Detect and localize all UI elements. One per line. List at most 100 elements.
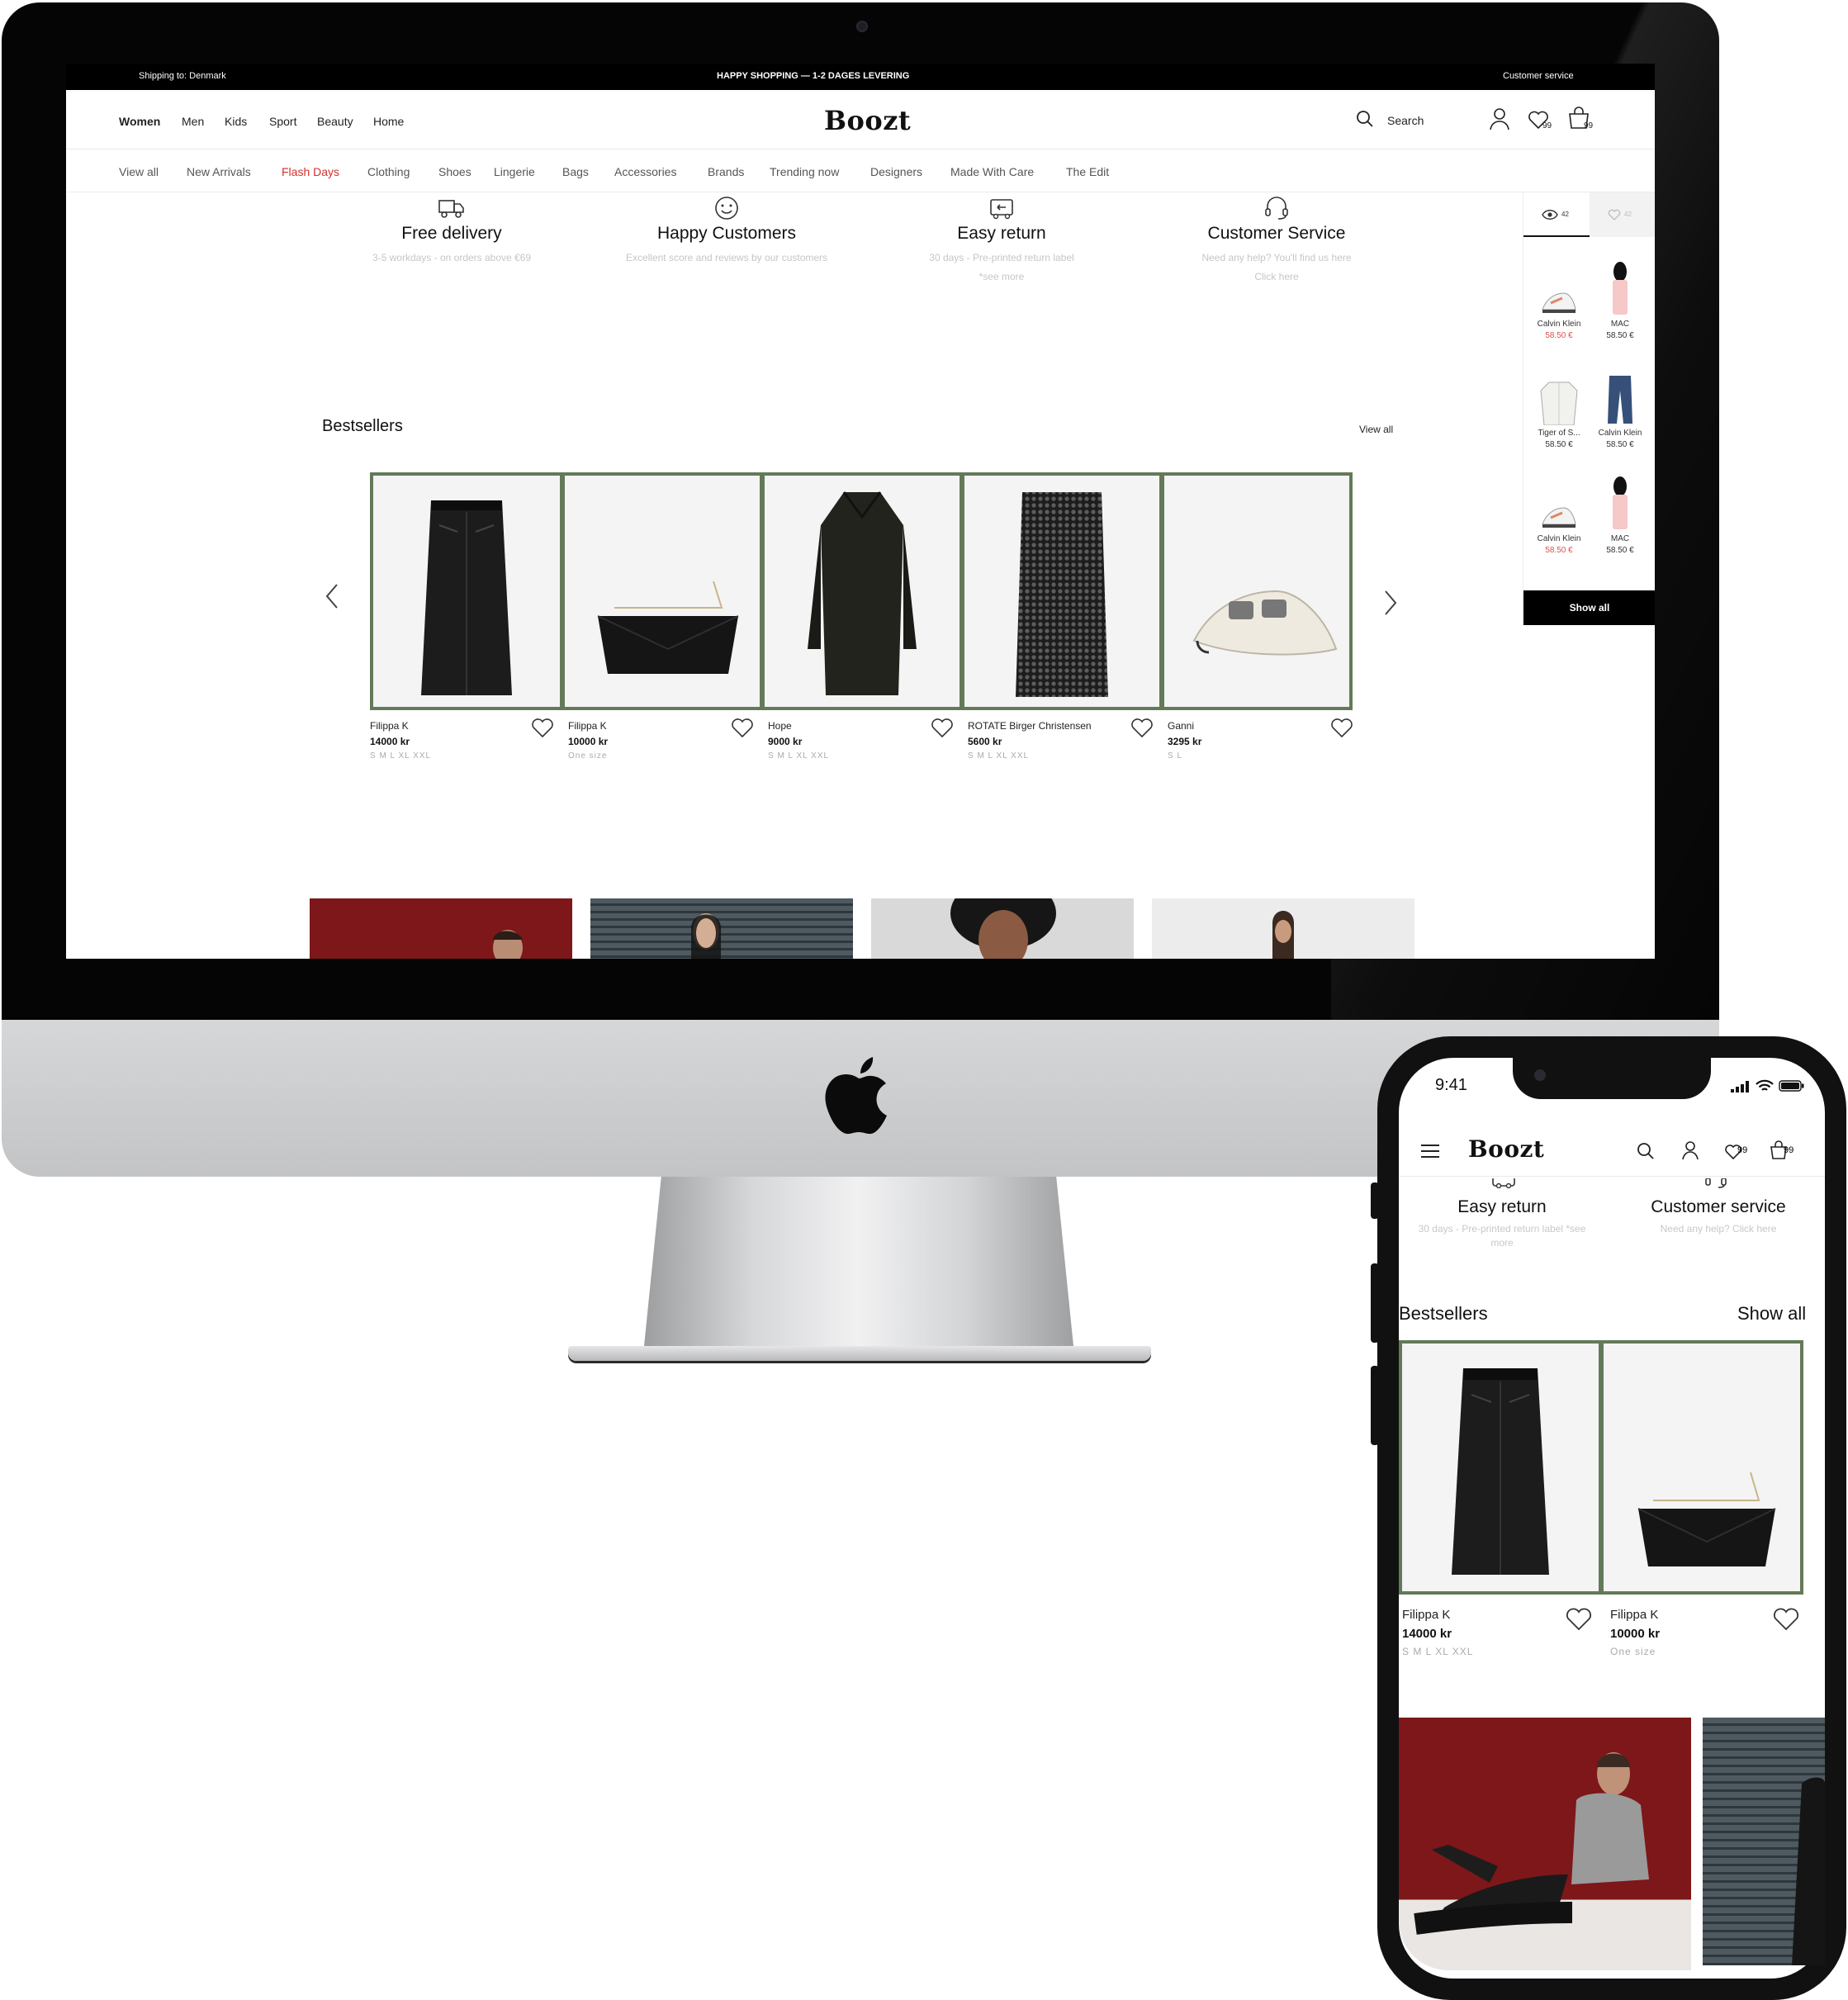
recently-viewed-item[interactable]: Calvin Klein 58.50 €	[1530, 467, 1588, 555]
heart-icon[interactable]	[1565, 1607, 1593, 1632]
campaign-banner[interactable]	[871, 898, 1134, 959]
mobile-show-all-link[interactable]: Show all	[1737, 1303, 1806, 1325]
mobile-product-image-leather-skirt[interactable]	[1399, 1340, 1602, 1595]
subnav-lingerie[interactable]: Lingerie	[494, 165, 535, 178]
product-image-leather-skirt[interactable]	[370, 472, 563, 710]
nav-kids[interactable]: Kids	[225, 115, 247, 128]
recently-viewed-item[interactable]: MAC 58.50 €	[1591, 252, 1649, 340]
boozt-logo[interactable]: Boozt	[1468, 1135, 1544, 1163]
product-brand[interactable]: ROTATE Birger Christensen	[968, 720, 1149, 732]
subnav-brands[interactable]: Brands	[708, 165, 744, 178]
recently-viewed-item[interactable]: MAC 58.50 €	[1591, 467, 1649, 555]
heart-icon[interactable]	[931, 718, 954, 739]
usp-title: Easy return	[1457, 1197, 1547, 1216]
product-brand[interactable]: Filippa K	[370, 720, 552, 732]
return-icon	[990, 199, 1013, 220]
product-brand[interactable]: Filippa K	[1610, 1608, 1775, 1622]
subnav-designers[interactable]: Designers	[870, 165, 922, 178]
headset-icon	[1705, 1178, 1727, 1188]
usp-click-here-link[interactable]: Click here	[1149, 268, 1405, 287]
product-image-long-coat[interactable]	[761, 472, 963, 710]
product-image-leather-bag[interactable]	[562, 472, 763, 710]
campaign-banner[interactable]	[590, 898, 853, 959]
heart-icon[interactable]	[1130, 718, 1154, 739]
liked-count: 42	[1624, 211, 1632, 218]
subnav-view-all[interactable]: View all	[119, 165, 159, 178]
recently-viewed-tab[interactable]: 42	[1523, 192, 1590, 237]
campaign-banner[interactable]	[1152, 898, 1414, 959]
usp-desc: Excellent score and reviews by our custo…	[625, 252, 828, 263]
usp-desc[interactable]: Need any help? Click here	[1623, 1222, 1813, 1236]
item-name: Calvin Klein	[1598, 429, 1642, 438]
main-header: Women Men Kids Sport Beauty Home Boozt S…	[66, 90, 1655, 149]
subnav-shoes[interactable]: Shoes	[438, 165, 471, 178]
nav-sport[interactable]: Sport	[269, 115, 296, 128]
nav-home[interactable]: Home	[373, 115, 404, 128]
account-icon[interactable]	[1489, 107, 1510, 130]
subnav-flash-days[interactable]: Flash Days	[282, 165, 339, 178]
battery-icon	[1779, 1080, 1804, 1092]
usp-free-delivery: Free delivery 3-5 workdays - on orders a…	[324, 194, 580, 268]
cart-count: 99	[1784, 1145, 1794, 1155]
show-all-button[interactable]: Show all	[1523, 590, 1655, 625]
product-brand[interactable]: Ganni	[1168, 720, 1349, 732]
bestsellers-view-all-link[interactable]: View all	[1359, 424, 1393, 435]
carousel-next-arrow-icon[interactable]	[1382, 589, 1399, 617]
recently-viewed-item[interactable]: Calvin Klein 58.50 €	[1591, 361, 1649, 449]
product-image-sequin-dress[interactable]	[961, 472, 1163, 710]
product-image-buckle-flats[interactable]	[1161, 472, 1353, 710]
account-icon[interactable]	[1681, 1140, 1699, 1160]
subnav-made-with-care[interactable]: Made With Care	[950, 165, 1034, 178]
search-label[interactable]: Search	[1387, 114, 1424, 127]
item-name: MAC	[1610, 534, 1630, 543]
campaign-banner[interactable]	[310, 898, 572, 959]
product-price: 10000 kr	[1610, 1627, 1661, 1641]
nav-beauty[interactable]: Beauty	[317, 115, 353, 128]
front-camera-icon	[1534, 1069, 1546, 1081]
heart-icon[interactable]	[731, 718, 754, 739]
nav-men[interactable]: Men	[182, 115, 204, 128]
subnav-trending-now[interactable]: Trending now	[770, 165, 839, 178]
search-icon[interactable]	[1637, 1142, 1655, 1160]
carousel-prev-arrow-icon[interactable]	[324, 582, 340, 610]
item-name: Calvin Klein	[1537, 320, 1581, 329]
subnav-bags[interactable]: Bags	[562, 165, 589, 178]
product-info: Filippa K 14000 kr S M L XL XXL	[370, 720, 552, 761]
mobile-campaign-banner[interactable]	[1399, 1718, 1691, 1970]
subnav-clothing[interactable]: Clothing	[367, 165, 410, 178]
item-name: MAC	[1610, 320, 1630, 329]
customer-service-link[interactable]: Customer service	[1503, 71, 1574, 81]
subnav-accessories[interactable]: Accessories	[614, 165, 676, 178]
boozt-logo[interactable]: Boozt	[824, 105, 911, 136]
product-brand[interactable]: Hope	[768, 720, 950, 732]
usp-easy-return: Easy return 30 days - Pre-printed return…	[874, 194, 1130, 287]
item-price: 58.50 €	[1606, 546, 1634, 555]
product-brand[interactable]: Filippa K	[568, 720, 750, 732]
cart-count: 99	[1584, 121, 1594, 130]
product-brand[interactable]: Filippa K	[1402, 1608, 1567, 1622]
top-promo-bar: Shipping to: Denmark HAPPY SHOPPING — 1-…	[66, 64, 1655, 90]
shipping-selector[interactable]: Shipping to: Denmark	[139, 71, 226, 81]
heart-icon[interactable]	[1772, 1607, 1800, 1632]
usp-see-more-link[interactable]: *see more	[874, 268, 1130, 287]
desktop-screen: Shipping to: Denmark HAPPY SHOPPING — 1-…	[66, 64, 1655, 959]
recently-viewed-item[interactable]: Tiger of S... 58.50 €	[1530, 361, 1588, 449]
recently-viewed-item[interactable]: Calvin Klein 58.50 €	[1530, 252, 1588, 340]
phone-volume-down	[1371, 1366, 1379, 1445]
phone-mute-switch	[1371, 1182, 1379, 1219]
liked-tab[interactable]: 42	[1590, 192, 1655, 237]
subnav-the-edit[interactable]: The Edit	[1066, 165, 1109, 178]
usp-desc[interactable]: 30 days - Pre-printed return label *see …	[1407, 1222, 1597, 1250]
mobile-product-image-leather-bag[interactable]	[1600, 1340, 1803, 1595]
heart-icon[interactable]	[1330, 718, 1353, 739]
product-price: 14000 kr	[370, 736, 410, 747]
nav-women[interactable]: Women	[119, 115, 160, 128]
hamburger-menu-icon[interactable]	[1420, 1144, 1440, 1159]
imac-stand	[644, 1177, 1073, 1346]
usp-title: Happy Customers	[656, 224, 797, 243]
camera-icon	[856, 21, 868, 32]
subnav-new-arrivals[interactable]: New Arrivals	[187, 165, 251, 178]
heart-icon[interactable]	[531, 718, 554, 739]
mobile-campaign-banner[interactable]	[1703, 1718, 1825, 1965]
search-icon[interactable]	[1356, 110, 1374, 128]
